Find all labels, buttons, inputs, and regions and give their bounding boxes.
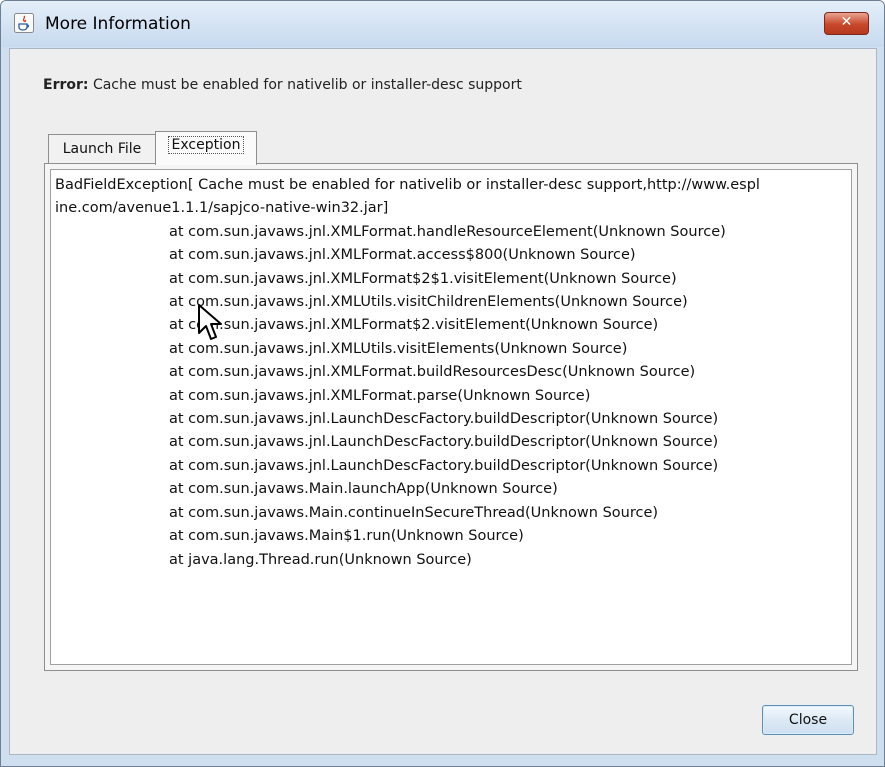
close-button[interactable]: Close bbox=[762, 705, 854, 735]
exception-header-line: ine.com/avenue1.1.1/sapjco-native-win32.… bbox=[55, 200, 389, 217]
stack-line: at java.lang.Thread.run(Unknown Source) bbox=[169, 551, 472, 568]
stack-line: at com.sun.javaws.jnl.LaunchDescFactory.… bbox=[169, 457, 719, 474]
tab-exception[interactable]: Exception bbox=[155, 131, 257, 165]
stack-line: at com.sun.javaws.jnl.LaunchDescFactory.… bbox=[169, 434, 719, 451]
stack-line: at com.sun.javaws.jnl.XMLFormat.buildRes… bbox=[169, 364, 696, 381]
tab-label: Exception bbox=[167, 136, 245, 154]
stack-line: at com.sun.javaws.Main.continueInSecureT… bbox=[169, 504, 659, 521]
stack-line: at com.sun.javaws.jnl.XMLFormat$2.visitE… bbox=[169, 317, 659, 334]
exception-pane: BadFieldException[ Cache must be enabled… bbox=[44, 163, 858, 671]
dialog-content: Error: Cache must be enabled for nativel… bbox=[9, 48, 877, 755]
title-bar[interactable]: More Information ✕ bbox=[1, 1, 884, 47]
stack-line: at com.sun.javaws.Main.launchApp(Unknown… bbox=[169, 481, 558, 498]
window-title: More Information bbox=[45, 14, 191, 34]
exception-text-area[interactable]: BadFieldException[ Cache must be enabled… bbox=[50, 169, 852, 665]
mouse-pointer-icon bbox=[198, 304, 222, 340]
stack-line: at com.sun.javaws.jnl.XMLUtils.visitChil… bbox=[169, 294, 688, 311]
error-summary: Error: Cache must be enabled for nativel… bbox=[43, 77, 522, 93]
tab-label: Launch File bbox=[62, 141, 142, 157]
dialog-window: More Information ✕ Error: Cache must be … bbox=[0, 0, 885, 767]
stack-line: at com.sun.javaws.jnl.XMLUtils.visitElem… bbox=[169, 340, 628, 357]
stack-line: at com.sun.javaws.Main$1.run(Unknown Sou… bbox=[169, 528, 524, 545]
stack-line: at com.sun.javaws.jnl.XMLFormat.handleRe… bbox=[169, 223, 726, 240]
stack-line: at com.sun.javaws.jnl.XMLFormat.parse(Un… bbox=[169, 387, 591, 404]
error-label: Error: bbox=[43, 77, 89, 93]
exception-header-line: BadFieldException[ Cache must be enabled… bbox=[55, 177, 760, 193]
stack-line: at com.sun.javaws.jnl.XMLFormat.access$8… bbox=[169, 247, 636, 264]
window-close-button[interactable]: ✕ bbox=[824, 12, 869, 35]
java-icon bbox=[14, 13, 34, 33]
tab-launch-file[interactable]: Launch File bbox=[48, 134, 156, 164]
stack-line: at com.sun.javaws.jnl.XMLFormat$2$1.visi… bbox=[169, 270, 677, 287]
error-message: Cache must be enabled for nativelib or i… bbox=[92, 77, 522, 93]
stack-line: at com.sun.javaws.jnl.LaunchDescFactory.… bbox=[169, 411, 719, 428]
close-icon: ✕ bbox=[840, 14, 853, 30]
